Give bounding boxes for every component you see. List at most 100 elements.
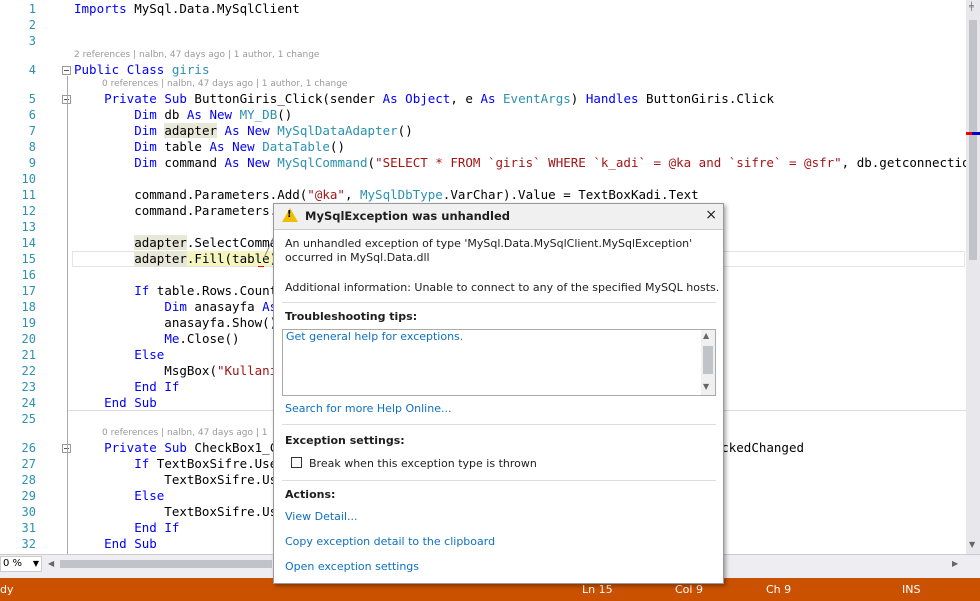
line-number: 20 <box>21 332 36 346</box>
status-line: Ln 15 <box>582 583 613 596</box>
zoom-select[interactable]: 0 % ▼ <box>0 556 42 572</box>
line-number: 29 <box>21 489 36 503</box>
line-number: 1 <box>28 2 36 16</box>
scroll-down-icon[interactable]: ▼ <box>969 540 975 549</box>
line-number: 18 <box>21 300 36 314</box>
line-number: 9 <box>28 156 36 170</box>
scroll-right-icon[interactable]: ▶ <box>952 559 958 568</box>
tips-box: Get general help for exceptions. ▲ ▼ <box>282 329 716 396</box>
line-number: 15 <box>21 252 36 266</box>
tips-heading: Troubleshooting tips: <box>285 310 418 323</box>
horizontal-scroll-thumb[interactable] <box>60 560 272 568</box>
scroll-down-icon[interactable]: ▼ <box>703 382 709 391</box>
fold-class-icon[interactable] <box>62 66 71 75</box>
line-number: 19 <box>21 316 36 330</box>
line-number: 32 <box>21 537 36 551</box>
line-number: 4 <box>28 63 36 77</box>
line-number: 28 <box>21 473 36 487</box>
divider <box>282 424 716 425</box>
code-line[interactable]: Imports MySql.Data.MySqlClient <box>74 1 300 17</box>
line-number: 5 <box>28 92 36 106</box>
line-number: 24 <box>21 396 36 410</box>
line-number: 2 <box>28 18 36 32</box>
status-char: Ch 9 <box>766 583 792 596</box>
line-number: 31 <box>21 521 36 535</box>
code-line[interactable]: command.Parameters.Ad <box>74 203 292 219</box>
tip-link[interactable]: Get general help for exceptions. <box>286 330 463 343</box>
status-col: Col 9 <box>675 583 703 596</box>
status-ready: dy <box>0 583 14 596</box>
line-number: 23 <box>21 380 36 394</box>
exception-message-line1: An unhandled exception of type 'MySql.Da… <box>285 237 693 250</box>
line-number: 27 <box>21 457 36 471</box>
codelens-sub-giris[interactable]: 0 references | nalbn, 47 days ago | 1 au… <box>102 78 347 90</box>
code-line[interactable]: adapter.Fill(table) <box>74 251 278 267</box>
line-number: 25 <box>21 412 36 426</box>
close-icon[interactable]: × <box>705 207 717 223</box>
code-line[interactable]: TextBoxSifre.UseS <box>74 504 292 520</box>
code-line[interactable]: TextBoxSifre.UseS <box>74 472 292 488</box>
view-detail-link[interactable]: View Detail... <box>285 509 358 524</box>
code-line[interactable]: Dim command As New MySqlCommand("SELECT … <box>74 155 966 171</box>
code-line[interactable]: Else <box>74 347 164 363</box>
code-line[interactable]: If table.Rows.Count <box>74 283 285 299</box>
line-number: 21 <box>21 348 36 362</box>
code-line[interactable]: command.Parameters.Add("@ka", MySqlDbTyp… <box>74 187 698 203</box>
actions-heading: Actions: <box>285 488 336 501</box>
additional-information: Additional information: Unable to connec… <box>285 281 720 294</box>
divider <box>282 302 716 303</box>
line-number: 8 <box>28 140 36 154</box>
split-icon[interactable]: ╪ <box>969 2 974 11</box>
line-number: 3 <box>28 34 36 48</box>
popup-header: ! MySqlException was unhandled × <box>274 204 723 230</box>
line-number: 17 <box>21 284 36 298</box>
zoom-value: 0 % <box>3 558 23 569</box>
copy-detail-link[interactable]: Copy exception detail to the clipboard <box>285 534 495 549</box>
code-line[interactable]: End Sub <box>74 395 157 411</box>
line-number: 6 <box>28 108 36 122</box>
code-line[interactable]: Private Sub ButtonGiris_Click(sender As … <box>74 91 774 107</box>
code-line[interactable]: End Sub <box>74 536 157 552</box>
code-line[interactable]: If TextBoxSifre.UseSy <box>74 456 292 472</box>
code-line[interactable]: Dim adapter As New MySqlDataAdapter() <box>74 123 413 139</box>
code-line[interactable]: Else <box>74 488 164 504</box>
tips-scrollbar[interactable]: ▲ ▼ <box>701 330 715 395</box>
exception-popup: ! MySqlException was unhandled × An unha… <box>273 203 724 584</box>
tips-scroll-thumb[interactable] <box>703 346 713 374</box>
line-number: 10 <box>21 172 36 186</box>
code-line[interactable]: Dim db As New MY_DB() <box>74 107 292 123</box>
chevron-down-icon: ▼ <box>32 559 39 568</box>
search-help-link[interactable]: Search for more Help Online... <box>285 401 451 416</box>
exception-message-line2: occurred in MySql.Data.dll <box>285 251 430 264</box>
open-settings-link[interactable]: Open exception settings <box>285 559 419 574</box>
line-number: 11 <box>21 188 36 202</box>
warning-mark: ! <box>287 209 292 220</box>
codelens-class[interactable]: 2 references | nalbn, 47 days ago | 1 au… <box>74 49 319 61</box>
line-number: 30 <box>21 505 36 519</box>
code-line[interactable]: Public Class giris <box>74 62 210 78</box>
vertical-scroll-thumb[interactable] <box>969 20 977 260</box>
code-line[interactable]: End If <box>74 520 179 536</box>
settings-heading: Exception settings: <box>285 434 405 447</box>
codelens-sub-checkbox[interactable]: 0 references | nalbn, 47 days ago | 1 <box>102 427 268 439</box>
scroll-left-icon[interactable]: ◀ <box>48 559 54 568</box>
scroll-up-icon[interactable]: ▲ <box>703 331 709 340</box>
line-number: 7 <box>28 124 36 138</box>
code-line[interactable]: Me.Close() <box>74 331 239 347</box>
vertical-scrollbar[interactable]: ╪ ▼ <box>966 0 980 554</box>
line-number: 26 <box>21 441 36 455</box>
code-line[interactable]: Dim table As New DataTable() <box>74 139 345 155</box>
line-number: 14 <box>21 236 36 250</box>
code-line[interactable]: MsgBox("Kullanıcı <box>74 363 292 379</box>
break-checkbox-label[interactable]: Break when this exception type is thrown <box>309 456 537 471</box>
code-line[interactable]: Dim anasayfa As N <box>74 299 292 315</box>
status-insert-mode: INS <box>902 583 921 596</box>
line-number: 13 <box>21 220 36 234</box>
code-line[interactable]: End If <box>74 379 179 395</box>
break-checkbox[interactable] <box>291 457 302 468</box>
popup-title: MySqlException was unhandled <box>305 209 510 223</box>
line-number: 22 <box>21 364 36 378</box>
fold-guide <box>67 76 68 554</box>
code-line[interactable]: anasayfa.Show() <box>74 315 277 331</box>
code-line[interactable]: adapter.SelectCommand <box>74 235 292 251</box>
